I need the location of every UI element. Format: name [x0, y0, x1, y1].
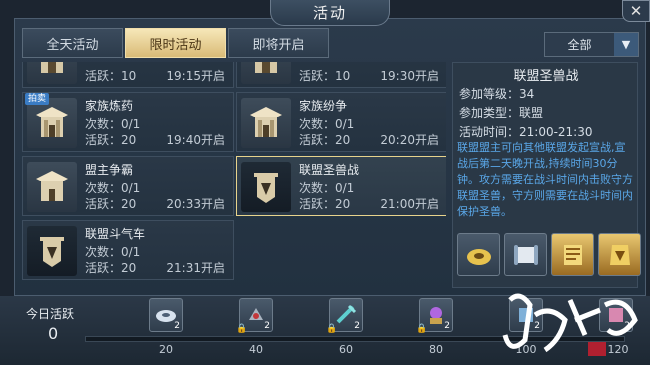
milestone-value: 60: [339, 343, 353, 356]
milestone-value: 80: [429, 343, 443, 356]
today-activity-value: 0: [48, 324, 59, 343]
activity-count: 次数：0/1: [299, 117, 355, 131]
activity-count: 次数：0/1: [85, 117, 141, 131]
activity-card[interactable]: 盟主争霸 次数：0/1 活跃：20 20:33开启: [22, 156, 234, 216]
token-icon[interactable]: [598, 233, 641, 276]
activity-count: 次数：0/1: [299, 181, 355, 195]
reward-list: [457, 233, 641, 276]
activity-time: 19:40开启: [166, 133, 225, 147]
activity-card[interactable]: 拍卖 家族炼药 次数：0/1 活跃：20 19:40开启: [22, 92, 234, 152]
activity-active: 活跃：20: [85, 133, 137, 147]
filter-dropdown[interactable]: 全部 ▼: [544, 32, 639, 57]
detail-type: 参加类型：联盟: [459, 106, 544, 120]
activity-name: 家族纷争: [299, 99, 348, 113]
auction-badge: 拍卖: [25, 93, 50, 105]
game-logo: [502, 293, 638, 356]
milestone-count: 2: [264, 321, 270, 331]
milestone-reward[interactable]: 🔒 2: [416, 298, 453, 334]
clan-war-icon: [241, 98, 291, 148]
activity-icon: [241, 62, 291, 84]
title-bar: 活动: [270, 0, 390, 26]
activity-list[interactable]: 活跃：10 19:15开启 活跃：10 19:30开启 拍卖 家族炼药 次数：0…: [22, 62, 446, 286]
tab-upcoming[interactable]: 即将开启: [228, 28, 329, 58]
lock-icon: 🔒: [416, 324, 428, 334]
detail-time: 活动时间：21:00-21:30: [459, 125, 593, 139]
activity-active: 活跃：20: [85, 261, 137, 275]
milestone-count: 2: [354, 321, 360, 331]
activity-name: 联盟圣兽战: [299, 163, 360, 177]
activity-detail-panel: 联盟圣兽战 参加等级：34 参加类型：联盟 活动时间：21:00-21:30 联…: [452, 62, 641, 288]
activity-name: 盟主争霸: [85, 163, 134, 177]
activity-icon: [27, 62, 77, 84]
detail-description: 联盟盟主可向其他联盟发起宣战,宣战后第二天晚开战,持续时间30分钟。攻方需要在战…: [457, 141, 633, 218]
lock-icon: 🔒: [236, 324, 248, 334]
activity-time: 21:31开启: [166, 261, 225, 275]
activity-count: 次数：0/1: [85, 181, 141, 195]
chevron-down-icon: ▼: [614, 33, 638, 56]
close-button[interactable]: ✕: [622, 0, 650, 22]
lock-icon: 🔒: [326, 324, 338, 334]
activity-active: 活跃：10: [85, 69, 137, 83]
activity-time: 20:33开启: [166, 197, 225, 211]
milestone-value: 40: [249, 343, 263, 356]
activity-card[interactable]: 活跃：10 19:30开启: [236, 62, 446, 88]
activity-active: 活跃：20: [85, 197, 137, 211]
close-icon: ✕: [629, 2, 643, 20]
milestone-reward[interactable]: 🔒 2: [326, 298, 363, 334]
activity-name: 家族炼药: [85, 99, 134, 113]
tab-limited-time[interactable]: 限时活动: [125, 28, 226, 58]
gold-ring-icon[interactable]: [457, 233, 500, 276]
activity-active: 活跃：10: [299, 69, 351, 83]
tab-all-day[interactable]: 全天活动: [22, 28, 123, 58]
activity-name: 联盟斗气车: [85, 227, 146, 241]
activity-card[interactable]: 活跃：10 19:15开启: [22, 62, 234, 88]
banner-icon: [241, 162, 291, 212]
activity-card-selected[interactable]: 联盟圣兽战 次数：0/1 活跃：20 21:00开启: [236, 156, 446, 216]
activity-time: 20:20开启: [380, 133, 439, 147]
milestone-reward[interactable]: 🔒 2: [236, 298, 273, 334]
milestone-reward[interactable]: 2: [149, 298, 183, 332]
activity-time: 19:30开启: [380, 69, 439, 83]
leader-contest-icon: [27, 162, 77, 212]
milestone-value: 20: [159, 343, 173, 356]
activity-card[interactable]: 联盟斗气车 次数：0/1 活跃：20 21:31开启: [22, 220, 234, 280]
detail-title: 联盟圣兽战: [513, 69, 579, 84]
today-activity-label: 今日活跃: [26, 307, 75, 321]
activity-count: 次数：0/1: [85, 245, 141, 259]
detail-level: 参加等级：34: [459, 87, 535, 101]
activity-time: 19:15开启: [166, 69, 225, 83]
alchemy-icon: [27, 98, 77, 148]
activity-active: 活跃：20: [299, 133, 351, 147]
skill-book-icon[interactable]: [551, 233, 594, 276]
filter-value: 全部: [567, 38, 592, 52]
milestone-count: 2: [174, 321, 180, 331]
activity-time: 21:00开启: [380, 197, 439, 211]
activity-active: 活跃：20: [299, 197, 351, 211]
banner-icon: [27, 226, 77, 276]
milestone-count: 2: [444, 321, 450, 331]
window-title: 活动: [312, 4, 347, 22]
tab-bar: 全天活动 限时活动 即将开启: [22, 28, 331, 58]
activity-card[interactable]: 家族纷争 次数：0/1 活跃：20 20:20开启: [236, 92, 446, 152]
scroll-icon[interactable]: [504, 233, 547, 276]
